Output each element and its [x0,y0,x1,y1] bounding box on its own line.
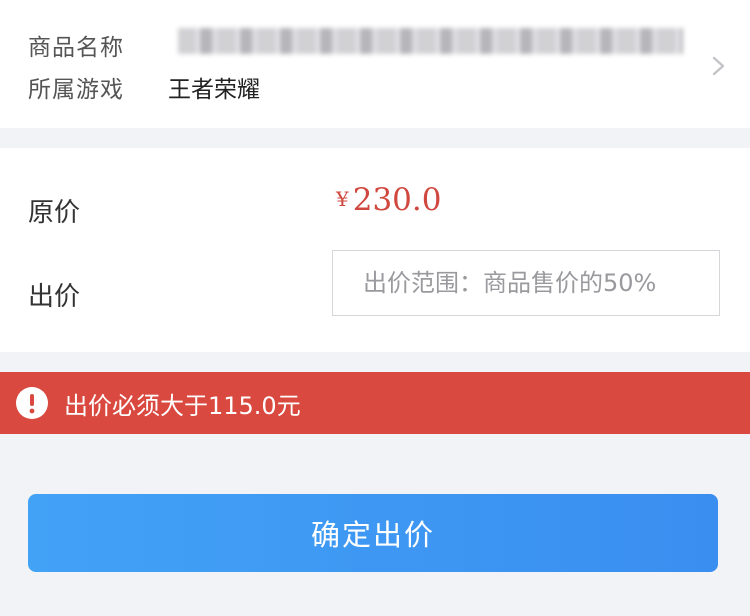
confirm-offer-button[interactable]: 确定出价 [28,494,718,572]
currency-symbol: ¥ [336,187,349,211]
original-price-amount: 230.0 [352,182,442,218]
error-message: 出价必须大于115.0元 [64,391,301,420]
offer-label: 出价 [28,282,81,312]
game-value: 王者荣耀 [168,77,260,103]
original-price: ¥230.0 [336,182,441,218]
make-offer-page: 商品名称 所属游戏 王者荣耀 原价 ¥230.0 出价 出价必须大于115.0元… [0,0,750,616]
product-name-label: 商品名称 [28,35,124,61]
chevron-right-icon[interactable] [707,55,729,77]
product-info-card[interactable]: 商品名称 所属游戏 王者荣耀 [0,0,750,128]
offer-price-input[interactable] [332,250,720,316]
game-label: 所属游戏 [28,77,124,103]
original-price-label: 原价 [28,198,81,228]
product-name-blurred-value [178,28,683,54]
offer-card: 原价 ¥230.0 出价 [0,148,750,352]
error-banner: 出价必须大于115.0元 [0,372,750,434]
exclamation-circle-icon [16,387,48,419]
